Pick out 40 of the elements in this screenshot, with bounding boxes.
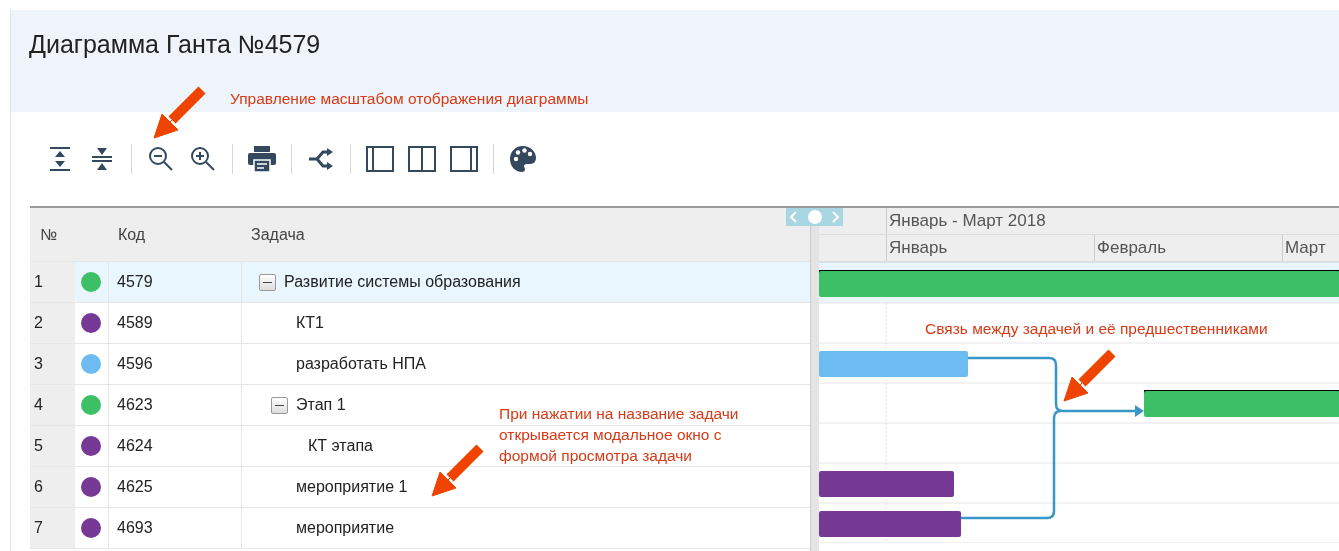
task-code[interactable]: 4693 xyxy=(108,508,241,549)
task-name-link[interactable]: Этап 1 xyxy=(296,396,346,415)
row-number: 4 xyxy=(34,396,43,415)
drag-handle-icon[interactable] xyxy=(807,210,822,224)
annotation-text: При нажатии на название задачи открывается модальное окно с формой просмотра задачи xyxy=(499,404,740,466)
annotation-text: Управление масштабом отображения диаграммы xyxy=(230,89,590,109)
row-number: 1 xyxy=(34,273,43,292)
task-code[interactable]: 4579 xyxy=(108,262,241,303)
month-header: Март xyxy=(1282,235,1339,262)
annotation-text: Связь между задачей и её предшественниками xyxy=(925,319,1269,339)
task-name-link[interactable]: мероприятие 1 xyxy=(296,478,408,497)
task-code[interactable]: 4589 xyxy=(108,303,241,344)
right-panel-layout-icon[interactable] xyxy=(449,144,479,174)
task-code[interactable]: 4625 xyxy=(108,467,241,508)
column-header: Код xyxy=(118,225,146,244)
task-name-link[interactable]: КТ этапа xyxy=(308,437,373,456)
task-name-link[interactable]: КТ1 xyxy=(296,314,324,333)
month-header: Февраль xyxy=(1094,235,1282,262)
task-name-link[interactable]: мероприятие xyxy=(296,519,395,538)
column-header: Задача xyxy=(251,225,305,244)
left-panel-layout-icon[interactable] xyxy=(365,144,395,174)
page-title: Диаграмма Ганта №4579 xyxy=(29,30,322,59)
row-number: 2 xyxy=(34,314,43,333)
row-number: 5 xyxy=(34,437,43,456)
palette-icon[interactable] xyxy=(508,144,538,174)
task-code[interactable]: 4624 xyxy=(108,426,241,467)
split-layout-icon[interactable] xyxy=(407,144,437,174)
column-header: № xyxy=(40,225,58,244)
row-number: 3 xyxy=(34,355,43,374)
row-number: 7 xyxy=(34,519,43,538)
task-code[interactable]: 4623 xyxy=(108,385,241,426)
timeline-period: Январь - Март 2018 xyxy=(886,208,1339,235)
task-name-link[interactable]: разработать НПА xyxy=(296,355,426,374)
task-name-link[interactable]: Развитие системы образования xyxy=(284,273,521,292)
month-header: Январь xyxy=(886,235,1094,262)
task-code[interactable]: 4596 xyxy=(108,344,241,385)
row-number: 6 xyxy=(34,478,43,497)
collapse-toggle[interactable] xyxy=(271,396,288,414)
collapse-toggle[interactable] xyxy=(259,273,276,291)
print-icon[interactable] xyxy=(247,144,277,174)
